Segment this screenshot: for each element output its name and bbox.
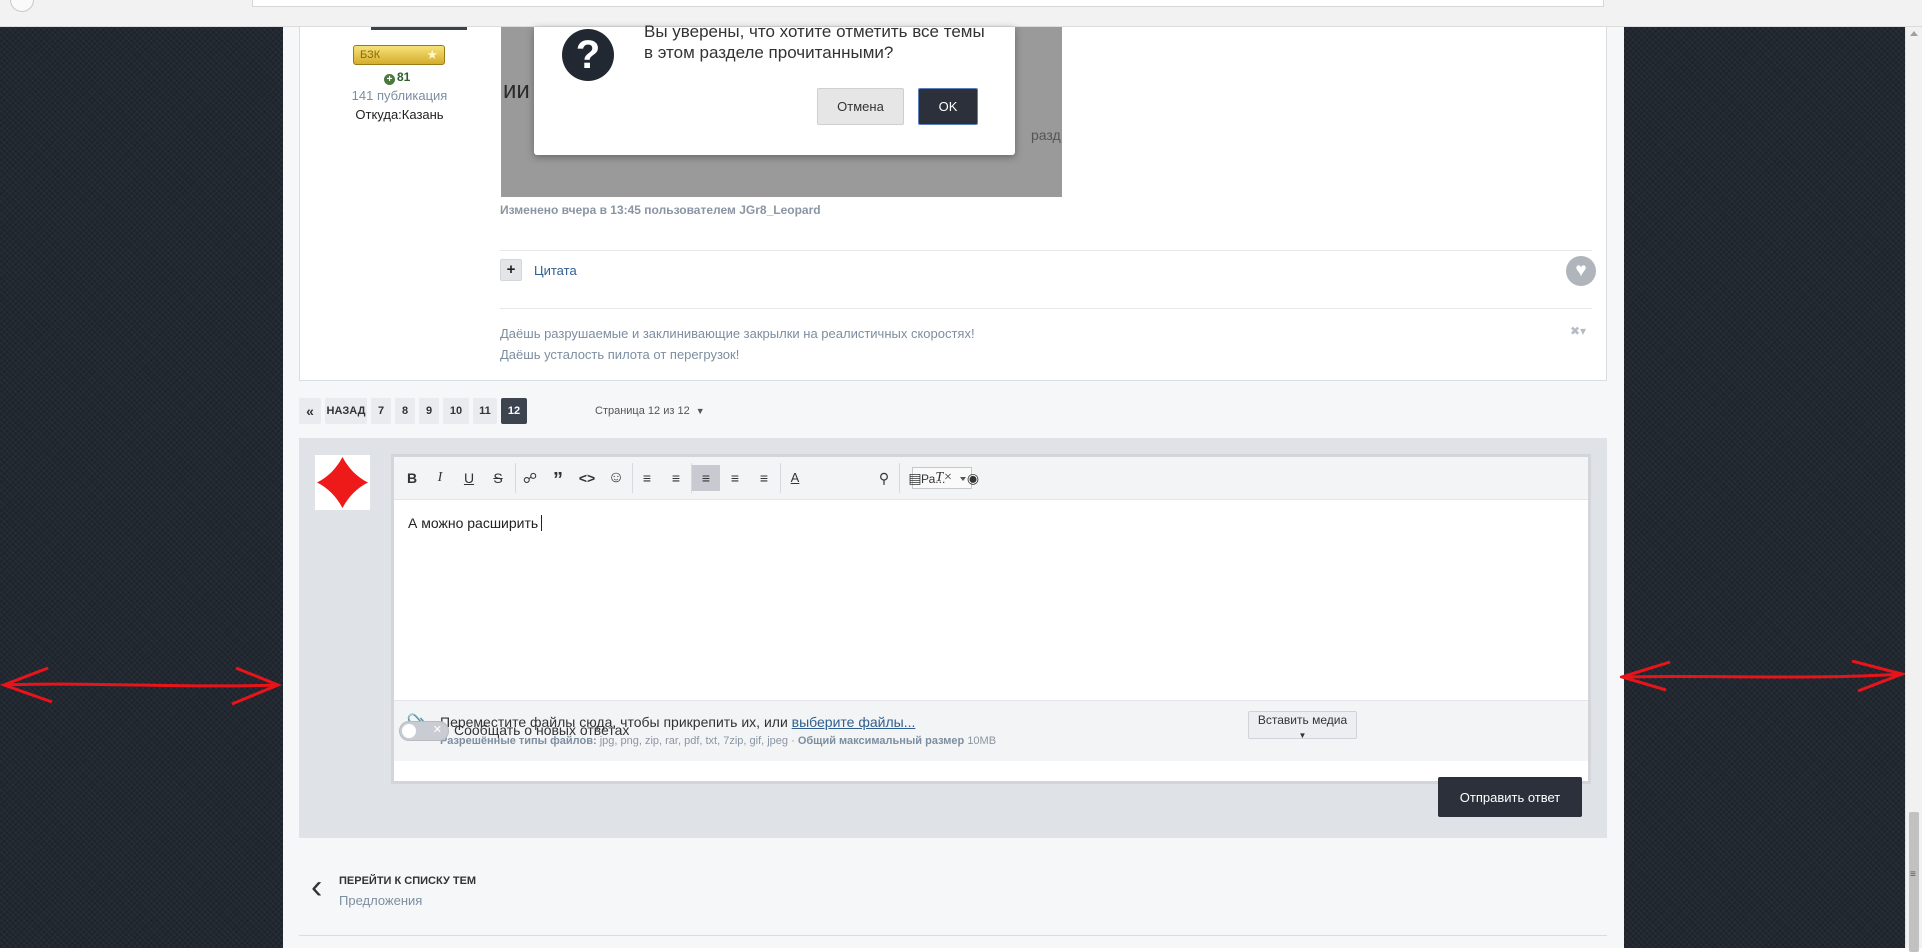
page-link[interactable]: 7: [371, 398, 391, 424]
ok-button[interactable]: OK: [918, 88, 978, 125]
rank-badge: БЗК ★: [353, 45, 445, 65]
embed-text-2: разд: [1031, 127, 1061, 143]
right-background: [1624, 27, 1905, 948]
page-scrollbar[interactable]: ≡: [1905, 27, 1922, 952]
scroll-thumb[interactable]: [1909, 812, 1919, 952]
insert-media-button[interactable]: Вставить медиа ▼: [1248, 711, 1357, 740]
heart-icon[interactable]: ♥: [1566, 256, 1596, 286]
submit-reply-button[interactable]: Отправить ответ: [1438, 777, 1582, 817]
align-right-icon[interactable]: ≡: [750, 465, 778, 491]
choose-files-link[interactable]: выберите файлы...: [792, 714, 916, 730]
caret-down-icon: ▼: [1298, 731, 1307, 740]
confirm-dialog: ? Вы уверены, что хотите отметить все те…: [534, 22, 1015, 155]
signature-hide-icon[interactable]: ✖▾: [1570, 324, 1586, 338]
bulleted-list-icon[interactable]: ≡: [633, 465, 661, 491]
right-arrow-annotation: [1620, 660, 1905, 693]
max-size-label: Общий максимальный размер: [797, 735, 965, 747]
reputation-value: 81: [397, 70, 411, 84]
align-left-icon[interactable]: ≡: [692, 465, 720, 491]
dialog-message: Вы уверены, что хотите отметить все темы…: [644, 22, 985, 62]
multiquote-plus-button[interactable]: +: [500, 259, 522, 281]
clear-format-icon[interactable]: T×: [930, 465, 958, 491]
address-bar[interactable]: [252, 0, 1604, 7]
chevron-left-icon: ‹: [311, 868, 323, 906]
quote-icon[interactable]: ”: [544, 465, 572, 491]
divider: [500, 250, 1592, 251]
align-center-icon[interactable]: ≡: [721, 465, 749, 491]
publication-count[interactable]: 141 публикация: [332, 88, 467, 103]
prev-page-button[interactable]: НАЗАД: [325, 398, 367, 424]
question-icon: ?: [562, 29, 614, 81]
page-link[interactable]: 9: [419, 398, 439, 424]
editor-content[interactable]: А можно расширить: [408, 515, 543, 531]
divider: [500, 308, 1592, 309]
page-link-active[interactable]: 12: [501, 398, 527, 424]
code-icon[interactable]: <>: [573, 465, 601, 491]
caret-down-icon: ▼: [695, 406, 705, 416]
left-background: [0, 27, 283, 948]
max-size-value: 10MB: [967, 735, 997, 747]
plus-circle-icon: +: [384, 74, 395, 85]
underline-button[interactable]: U: [455, 465, 483, 491]
editor-text: А можно расширить: [408, 515, 539, 531]
browser-button[interactable]: [10, 0, 34, 12]
emoji-icon[interactable]: ☺: [602, 465, 630, 491]
toggle-knob: [402, 724, 416, 738]
scroll-up-arrow-icon[interactable]: [1910, 31, 1918, 36]
author-photo-edge: [371, 27, 467, 30]
first-page-button[interactable]: «: [299, 398, 321, 424]
back-to-topics-title[interactable]: ПЕРЕЙТИ К СПИСКУ ТЕМ: [339, 875, 476, 887]
notify-label[interactable]: Сообщать о новых ответах: [454, 722, 629, 738]
left-arrow-annotation: [0, 666, 282, 706]
signature-line: Даёшь усталость пилота от перегрузок!: [500, 347, 740, 362]
text-cursor: [541, 515, 543, 531]
forum-content: БЗК ★ +81 141 публикация Откуда:Казань и…: [283, 22, 1624, 948]
rank-badge-label: БЗК: [360, 49, 381, 61]
numbered-list-icon[interactable]: ≡: [662, 465, 690, 491]
star-icon: ★: [426, 47, 438, 62]
signature-line: Даёшь разрушаемые и заклинивающие закрыл…: [500, 326, 975, 341]
reputation: +81: [384, 70, 410, 85]
bold-button[interactable]: B: [398, 465, 426, 491]
reply-form: B I U S ☍ ” <> ☺ ≡ ≡ ≡ ≡ ≡ A Ра... ⚲ ▤ T…: [299, 438, 1607, 838]
close-icon: ✕: [432, 724, 442, 736]
find-replace-icon[interactable]: ⚲: [870, 465, 898, 491]
paste-icon[interactable]: ▤: [901, 465, 929, 491]
page-info-text: Страница 12 из 12: [595, 405, 690, 417]
toolbar-divider: [899, 463, 900, 493]
editor-toolbar: B I U S ☍ ” <> ☺ ≡ ≡ ≡ ≡ ≡ A Ра... ⚲ ▤ T…: [394, 457, 1588, 500]
edited-note: Изменено вчера в 13:45 пользователем JGr…: [500, 203, 821, 217]
notify-toggle[interactable]: ✕: [399, 721, 449, 741]
page-link[interactable]: 11: [473, 398, 497, 424]
page-link[interactable]: 10: [443, 398, 469, 424]
separator-dot: ·: [791, 735, 795, 747]
quote-link[interactable]: Цитата: [534, 263, 577, 278]
divider: [299, 935, 1607, 936]
preview-eye-icon[interactable]: ◉: [959, 465, 987, 491]
insert-media-label: Вставить медиа: [1257, 713, 1348, 727]
author-location: Откуда:Казань: [355, 107, 444, 122]
cancel-button[interactable]: Отмена: [817, 88, 904, 125]
link-icon[interactable]: ☍: [516, 465, 544, 491]
page-link[interactable]: 8: [395, 398, 415, 424]
italic-button[interactable]: I: [426, 465, 454, 491]
scroll-grip-icon: ≡: [1910, 869, 1916, 880]
forum-section-name[interactable]: Предложения: [339, 893, 422, 908]
diamond-avatar-icon: [317, 457, 368, 508]
page-jump-dropdown[interactable]: Страница 12 из 12 ▼: [595, 398, 705, 424]
avatar: [315, 455, 370, 510]
text-color-icon[interactable]: A: [781, 465, 809, 491]
strike-button[interactable]: S: [484, 465, 512, 491]
